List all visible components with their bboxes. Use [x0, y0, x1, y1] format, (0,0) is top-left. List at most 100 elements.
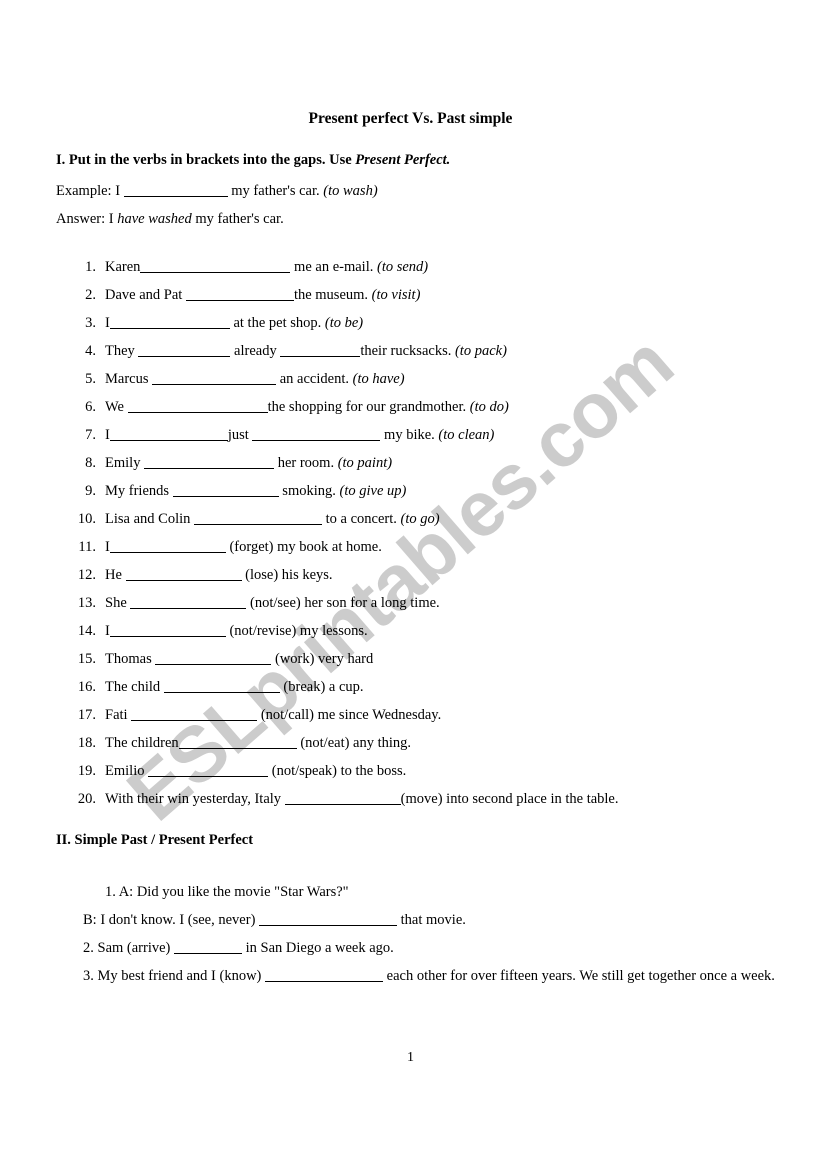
example-verb: (to wash)	[323, 183, 378, 200]
exercise-item-blank	[127, 398, 268, 413]
exercise-item-number: 7.	[85, 427, 96, 443]
exercise-item-verb-hint: (to have)	[352, 371, 405, 387]
example-suffix: my father's car.	[227, 183, 324, 200]
page-title: Present perfect Vs. Past simple	[308, 110, 513, 127]
exercise-item: 20. With their win yesterday, Italy (move…	[70, 785, 781, 813]
exercise-item-number: 5.	[85, 371, 96, 387]
exercise-item-text-before: My friends	[105, 483, 173, 499]
answer-prefix: Answer: I	[56, 211, 118, 227]
exercise-item-verb-hint: (to send)	[376, 259, 429, 275]
exercise-item-text-before: With their win yesterday, Italy	[105, 791, 285, 807]
exercise-item-text-after: me an e-mail.	[290, 259, 377, 275]
exercise-item-text-before: He	[105, 567, 126, 583]
exercise-item-blank	[109, 314, 230, 329]
exercise-item-text-before: Emilio	[105, 763, 149, 779]
answer-suffix: my father's car.	[191, 211, 284, 227]
worksheet-page: ESLprintables.com Present perfect Vs. Pa…	[0, 0, 821, 1169]
exercise-item-text-before: Fati	[105, 707, 132, 723]
section-one-heading: I. Put in the verbs in brackets into the…	[56, 152, 450, 169]
exercise-item-number: 12.	[77, 567, 96, 583]
section-one-heading-emphasis: Present Perfect.	[355, 152, 451, 168]
exercise-item: 5. Marcus an accident. (to have)	[70, 365, 781, 393]
exercise-item-blank	[172, 482, 279, 497]
exercise-item-number: 3.	[85, 315, 96, 331]
exercise-item: 4. They already their rucksacks. (to pack…	[70, 337, 781, 365]
exercise-item-number: 17.	[77, 707, 96, 723]
exercise-item: 18. The children (not/eat) any thing.	[70, 729, 781, 757]
exercise-item-text-after: the shopping for our grandmother.	[267, 399, 470, 415]
exercise-item-verb-hint: (to go)	[400, 511, 440, 527]
exercise-item-blank	[152, 370, 277, 385]
section-two-item-1: 1. A: Did you like the movie "Star Wars?…	[105, 884, 349, 900]
exercise-item: 11. I (forget) my book at home.	[70, 533, 781, 561]
exercise-item-text-middle: already	[230, 343, 281, 359]
section-one-list: 1. Karen me an e-mail. (to send) 2. Dave an…	[70, 253, 781, 813]
example-blank	[123, 182, 228, 197]
exercise-item-blank	[109, 622, 226, 637]
exercise-item: 2. Dave and Pat the museum. (to visit)	[70, 281, 781, 309]
exercise-item-text-before: Marcus	[105, 371, 153, 387]
exercise-item: 7. Ijust my bike. (to clean)	[70, 421, 781, 449]
exercise-item-number: 4.	[85, 343, 96, 359]
item-3-suffix: each other for over fifteen years. We st…	[383, 968, 775, 984]
exercise-item-number: 8.	[85, 455, 96, 471]
exercise-item-blank	[163, 678, 280, 693]
exercise-item-text-after: (not/eat) any thing.	[296, 735, 412, 751]
exercise-item-blank	[148, 762, 269, 777]
exercise-item-blank	[130, 594, 247, 609]
exercise-item-verb-hint: (to be)	[324, 315, 364, 331]
item-1b-blank	[259, 911, 398, 926]
example-line: Example: I my father's car. (to wash)	[56, 182, 378, 200]
exercise-item-text-before: Karen	[105, 259, 141, 275]
exercise-item: 6. We the shopping for our grandmother. (…	[70, 393, 781, 421]
exercise-item-text-after: (move) into second place in the table.	[400, 791, 619, 807]
exercise-item: 12. He (lose) his keys.	[70, 561, 781, 589]
item-1b-prefix: B: I don't know. I (see, never)	[83, 912, 260, 928]
exercise-item: 10. Lisa and Colin to a concert. (to go)	[70, 505, 781, 533]
example-prefix: Example: I	[56, 183, 124, 200]
exercise-item-blank	[185, 286, 294, 301]
exercise-item-text-after: (break) a cup.	[279, 679, 364, 695]
exercise-item-text-before: She	[105, 595, 131, 611]
exercise-item-number: 1.	[85, 259, 96, 275]
exercise-item-verb-hint: (to do)	[469, 399, 509, 415]
section-two-item-1b: B: I don't know. I (see, never) that mov…	[83, 906, 781, 934]
exercise-item-text-after: (not/revise) my lessons.	[225, 623, 368, 639]
section-two-item-2: 2. Sam (arrive) in San Diego a week ago.	[83, 934, 781, 962]
exercise-item-number: 13.	[77, 595, 96, 611]
answer-line: Answer: I have washed my father's car.	[56, 211, 284, 228]
exercise-item-text-before: Dave and Pat	[105, 287, 186, 303]
exercise-item-blank	[125, 566, 242, 581]
exercise-item-number: 11.	[78, 539, 96, 555]
exercise-item-blank	[178, 734, 297, 749]
exercise-item-blank	[109, 426, 228, 441]
exercise-item: 14. I (not/revise) my lessons.	[70, 617, 781, 645]
exercise-item: 15. Thomas (work) very hard	[70, 645, 781, 673]
exercise-item-blank-secondary	[280, 342, 361, 357]
section-two-list: 1. A: Did you like the movie "Star Wars?…	[83, 878, 781, 990]
exercise-item-number: 15.	[77, 651, 96, 667]
item-1b-suffix: that movie.	[397, 912, 466, 928]
exercise-item-text-before: Thomas	[105, 651, 156, 667]
exercise-item-verb-hint: (to clean)	[438, 427, 495, 443]
exercise-item-blank	[144, 454, 275, 469]
exercise-item-blank-secondary	[252, 426, 381, 441]
section-one-heading-text: I. Put in the verbs in brackets into the…	[56, 152, 356, 168]
answer-emphasis: have washed	[117, 211, 192, 227]
exercise-item-number: 10.	[77, 511, 96, 527]
exercise-item: 13. She (not/see) her son for a long time…	[70, 589, 781, 617]
exercise-item: 8. Emily her room. (to paint)	[70, 449, 781, 477]
exercise-item-text-middle: just	[227, 427, 253, 443]
item-2-suffix: in San Diego a week ago.	[242, 940, 394, 956]
exercise-item-text-after: (not/call) me since Wednesday.	[257, 707, 442, 723]
exercise-item-text-after: smoking.	[278, 483, 340, 499]
exercise-item-number: 20.	[77, 791, 96, 807]
exercise-item-text-before: The child	[105, 679, 164, 695]
exercise-item-text-after: their rucksacks.	[360, 343, 455, 359]
exercise-item-blank	[138, 342, 231, 357]
exercise-item-blank	[194, 510, 323, 525]
item-2-prefix: 2. Sam (arrive)	[83, 940, 174, 956]
exercise-item: 3. I at the pet shop. (to be)	[70, 309, 781, 337]
section-two-heading: II. Simple Past / Present Perfect	[56, 832, 254, 848]
item-3-prefix: 3. My best friend and I (know)	[83, 968, 266, 984]
